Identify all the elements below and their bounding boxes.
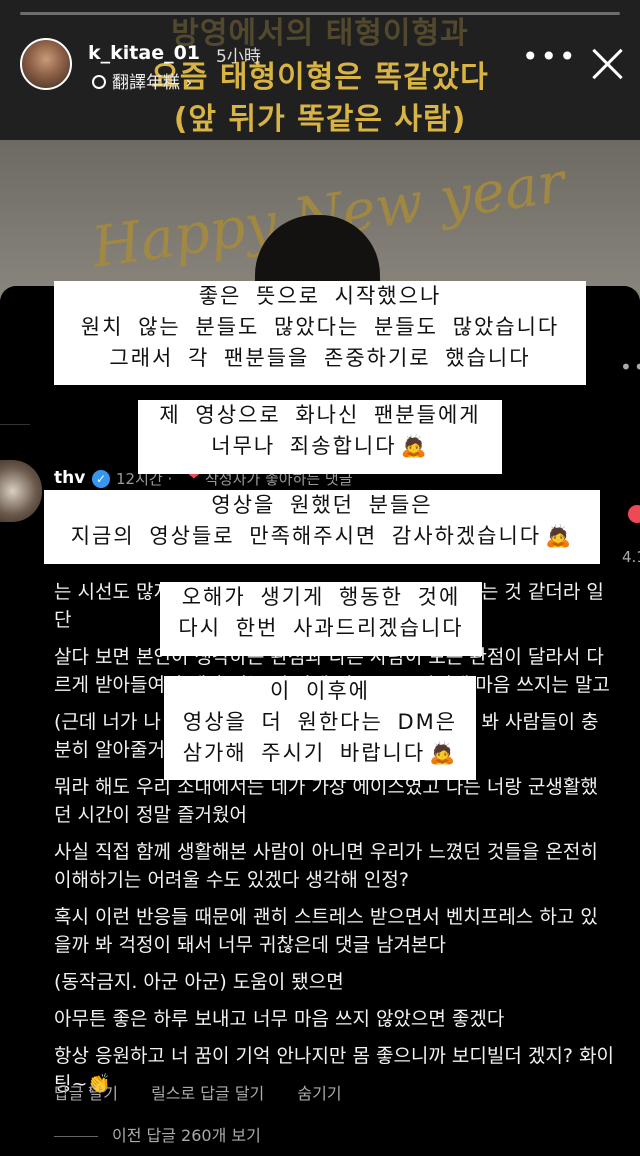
story-user-avatar[interactable]	[20, 38, 72, 90]
overlay-line: 영상을 더 원한다는 DM은	[182, 710, 458, 734]
comment-paragraph: 혹시 이런 반응들 때문에 괜히 스트레스 받으면서 벤치프레스 하고 있을까 …	[54, 906, 598, 956]
overlay-line-with-emoji: 삼가해 주시기 바랍니다 🙇	[164, 738, 476, 769]
story-progress-bar	[20, 12, 620, 15]
overlay-line: 다시 한번 사과드리겠습니다	[178, 616, 464, 640]
like-heart-icon[interactable]	[628, 505, 640, 523]
overlay-text-box-2: 제 영상으로 화나신 팬분들에게 너무나 죄송합니다 🙇	[138, 400, 502, 474]
video-caption-line-3: (앞 뒤가 똑같은 사람)	[173, 102, 467, 137]
translate-label: 翻譯年糕	[112, 73, 180, 93]
commenter-username[interactable]: thv	[54, 468, 85, 488]
story-time: 5小時	[216, 47, 261, 67]
comment-actions: 답글 달기 릴스로 답글 달기 숨기기	[54, 1080, 370, 1104]
comment-paragraph: (동작금지. 아군 아군) 도움이 됐으면	[54, 971, 344, 993]
overlay-line: 그래서 각 팬분들을 존중하기로 했습니다	[109, 346, 531, 370]
overlay-line: 이 이후에	[270, 679, 370, 703]
thread-divider	[0, 424, 30, 425]
bowing-person-icon: 🙇	[429, 741, 458, 765]
story-username[interactable]: k_kitae_01	[88, 42, 200, 64]
overlay-text-box-3: 영상을 원했던 분들은 지금의 영상들로 만족해주시면 감사하겠습니다 🙇	[44, 490, 600, 564]
overlay-line: 영상을 원했던 분들은	[211, 493, 433, 517]
overlay-text-box-5: 이 이후에 영상을 더 원한다는 DM은 삼가해 주시기 바랍니다 🙇	[164, 676, 476, 780]
overlay-line: 너무나 죄송합니다	[211, 434, 397, 458]
overlay-text-box-1: 좋은 뜻으로 시작했으나 원치 않는 분들도 많았다는 분들도 많았습니다 그래…	[54, 281, 586, 385]
reply-with-reel-button[interactable]: 릴스로 답글 달기	[151, 1084, 264, 1103]
verified-badge-icon: ✓	[92, 470, 110, 488]
close-icon[interactable]	[590, 46, 626, 82]
translate-audio-link[interactable]: 翻譯年糕 ›	[92, 68, 192, 93]
bowing-person-icon: 🙇	[545, 524, 574, 548]
like-count: 4.1	[622, 548, 640, 566]
comment-more-icon[interactable]: •••	[620, 355, 640, 379]
overlay-line: 오해가 생기게 행동한 것에	[181, 585, 461, 609]
reply-button[interactable]: 답글 달기	[54, 1084, 118, 1103]
overlay-line: 원치 않는 분들도 많았다는 분들도 많았습니다	[80, 315, 560, 339]
overlay-line: 제 영상으로 화나신 팬분들에게	[159, 403, 481, 427]
overlay-text-box-4: 오해가 생기게 행동한 것에 다시 한번 사과드리겠습니다	[160, 582, 482, 656]
overlay-line: 좋은 뜻으로 시작했으나	[198, 284, 442, 308]
overlay-line-with-emoji: 너무나 죄송합니다 🙇	[138, 431, 502, 462]
music-icon	[92, 75, 106, 89]
hide-button[interactable]: 숨기기	[297, 1084, 341, 1103]
overlay-line: 지금의 영상들로 만족해주시면 감사하겠습니다	[70, 524, 542, 548]
comment-paragraph: 사실 직접 함께 생활해본 사람이 아니면 우리가 느꼈던 것들을 온전히 이해…	[54, 841, 598, 891]
comment-paragraph: 아무튼 좋은 하루 보내고 너무 마음 쓰지 않았으면 좋겠다	[54, 1008, 505, 1030]
view-previous-replies-link[interactable]: 이전 답글 260개 보기	[54, 1122, 261, 1146]
comment-paragraph: 뭐라 해도 우리 소대에서는 네가 가장 에이스였고 나는 너랑 군생활했던 시…	[54, 776, 598, 826]
chevron-right-icon: ›	[185, 73, 193, 93]
replies-rule	[54, 1136, 98, 1137]
more-options-button[interactable]: •••	[522, 40, 578, 73]
comment-body: 는 시선도 많지만 한편으로는 걱정하는 시선도 조금 있는 것 같더라 일단 …	[54, 578, 614, 1107]
bowing-person-icon: 🙇	[400, 434, 429, 458]
view-previous-replies-label: 이전 답글 260개 보기	[112, 1126, 261, 1145]
overlay-line: 삼가해 주시기 바랍니다	[182, 741, 426, 765]
overlay-line-with-emoji: 지금의 영상들로 만족해주시면 감사하겠습니다 🙇	[44, 521, 600, 552]
